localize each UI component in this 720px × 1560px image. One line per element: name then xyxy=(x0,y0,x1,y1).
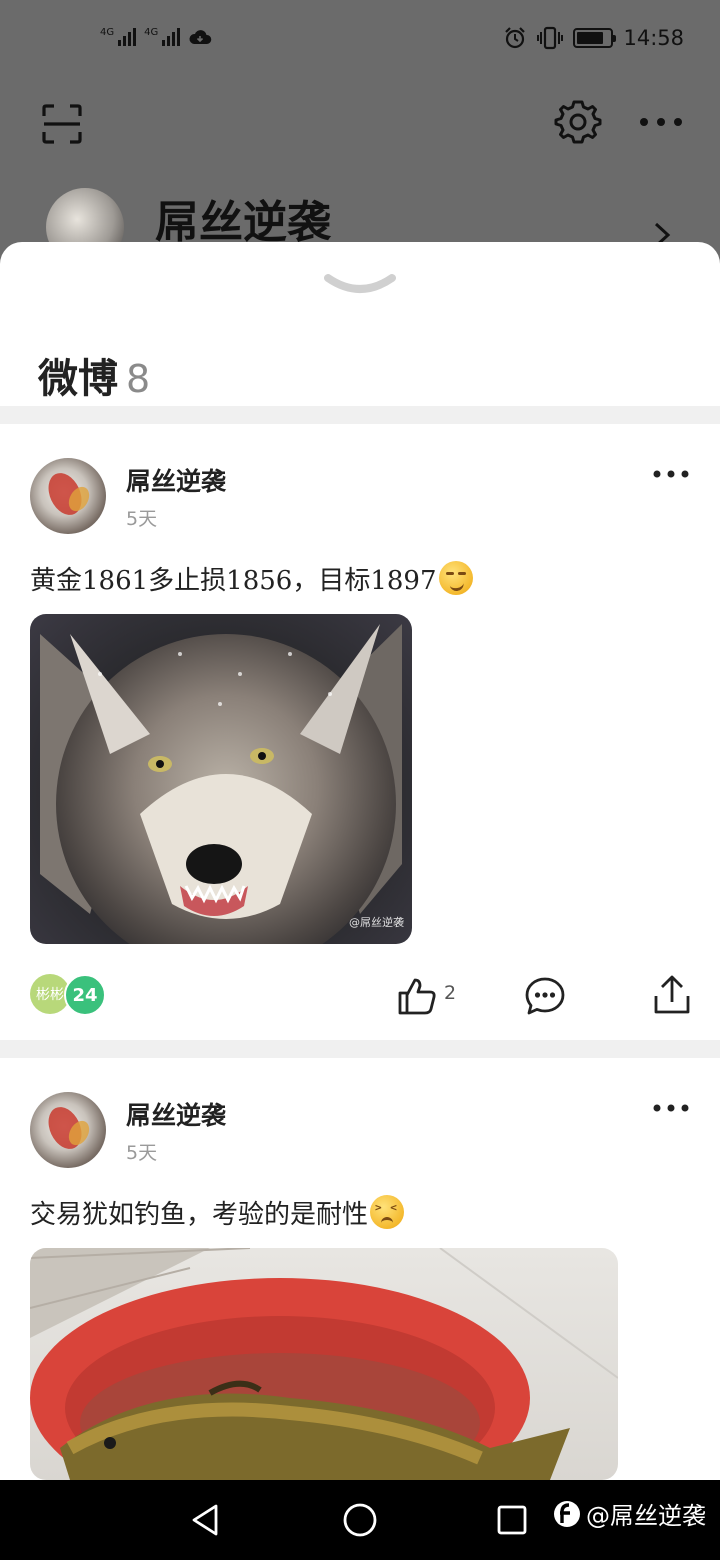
post-time: 5天 xyxy=(126,508,158,530)
like-button[interactable]: 2 xyxy=(396,976,456,1016)
post-author[interactable]: 屌丝逆袭 xyxy=(126,462,226,498)
smirk-emoji-icon xyxy=(438,561,473,595)
more-icon[interactable] xyxy=(636,108,686,136)
sheet-title-label: 微博 xyxy=(38,356,118,402)
avatar[interactable] xyxy=(30,458,106,534)
sheet-title-count: 8 xyxy=(126,357,151,401)
persevere-emoji-icon xyxy=(370,1195,405,1229)
post-text-content: 交易犹如钓鱼，考验的是耐性 xyxy=(30,1200,369,1230)
post-actions: 彬彬 24 2 xyxy=(0,964,720,1024)
image-watermark: @屌丝逆袭 xyxy=(349,916,404,929)
weibo-sheet: 微博 8 屌丝逆袭 5天 黄金1861多止损1856，目标1897 @屌丝逆袭 … xyxy=(0,242,720,1480)
weibo-logo-icon xyxy=(554,1500,580,1527)
alarm-icon xyxy=(505,27,526,49)
divider xyxy=(0,1040,720,1058)
recent-apps-icon[interactable] xyxy=(496,1504,528,1536)
avatar[interactable] xyxy=(30,1092,106,1168)
status-right: 14:58 xyxy=(503,26,684,50)
profile-header[interactable]: 屌丝逆袭 xyxy=(0,180,720,266)
navigation-bar: @屌丝逆袭 xyxy=(0,1480,720,1560)
fish-image xyxy=(30,1248,618,1480)
signal-icon: 4G xyxy=(100,28,137,46)
more-icon[interactable] xyxy=(652,468,690,480)
post-author[interactable]: 屌丝逆袭 xyxy=(126,1096,226,1132)
watermark: @屌丝逆袭 xyxy=(552,1496,706,1531)
vibrate-icon xyxy=(537,26,564,50)
battery-icon xyxy=(573,28,617,48)
cloud-icon xyxy=(189,30,212,44)
post-time: 5天 xyxy=(126,1142,158,1164)
post-text-content: 黄金1861多止损1856，目标1897 xyxy=(30,566,437,596)
signal-icon: 4G xyxy=(144,28,181,46)
status-time: 14:58 xyxy=(623,26,684,50)
post-text: 黄金1861多止损1856，目标1897 xyxy=(30,560,473,597)
top-bar xyxy=(0,92,720,162)
post-text: 交易犹如钓鱼，考验的是耐性 xyxy=(30,1194,405,1231)
post-image[interactable] xyxy=(30,1248,618,1480)
status-bar: 4G 4G 14:58 xyxy=(0,0,720,84)
status-left: 4G 4G xyxy=(100,28,212,46)
more-icon[interactable] xyxy=(652,1102,690,1114)
gear-icon[interactable] xyxy=(552,96,604,148)
post-image[interactable]: @屌丝逆袭 xyxy=(30,614,412,944)
scan-icon[interactable] xyxy=(38,100,86,148)
watermark-text: @屌丝逆袭 xyxy=(586,1502,706,1530)
reactor-count-badge[interactable]: 24 xyxy=(64,974,106,1016)
share-icon[interactable] xyxy=(652,974,692,1016)
post-card[interactable]: 屌丝逆袭 5天 黄金1861多止损1856，目标1897 @屌丝逆袭 彬彬 24… xyxy=(0,424,720,1040)
like-count: 2 xyxy=(444,982,457,1004)
post-card[interactable]: 屌丝逆袭 5天 交易犹如钓鱼，考验的是耐性 xyxy=(0,1058,720,1480)
comment-icon[interactable] xyxy=(524,976,566,1016)
divider xyxy=(0,406,720,424)
profile-name: 屌丝逆袭 xyxy=(155,197,331,248)
sheet-title: 微博 8 xyxy=(38,346,150,404)
home-icon[interactable] xyxy=(342,1502,378,1538)
chevron-down-icon[interactable] xyxy=(322,270,398,304)
wolf-image xyxy=(40,624,402,944)
back-icon[interactable] xyxy=(188,1502,224,1538)
thumbs-up-icon xyxy=(398,978,436,1015)
